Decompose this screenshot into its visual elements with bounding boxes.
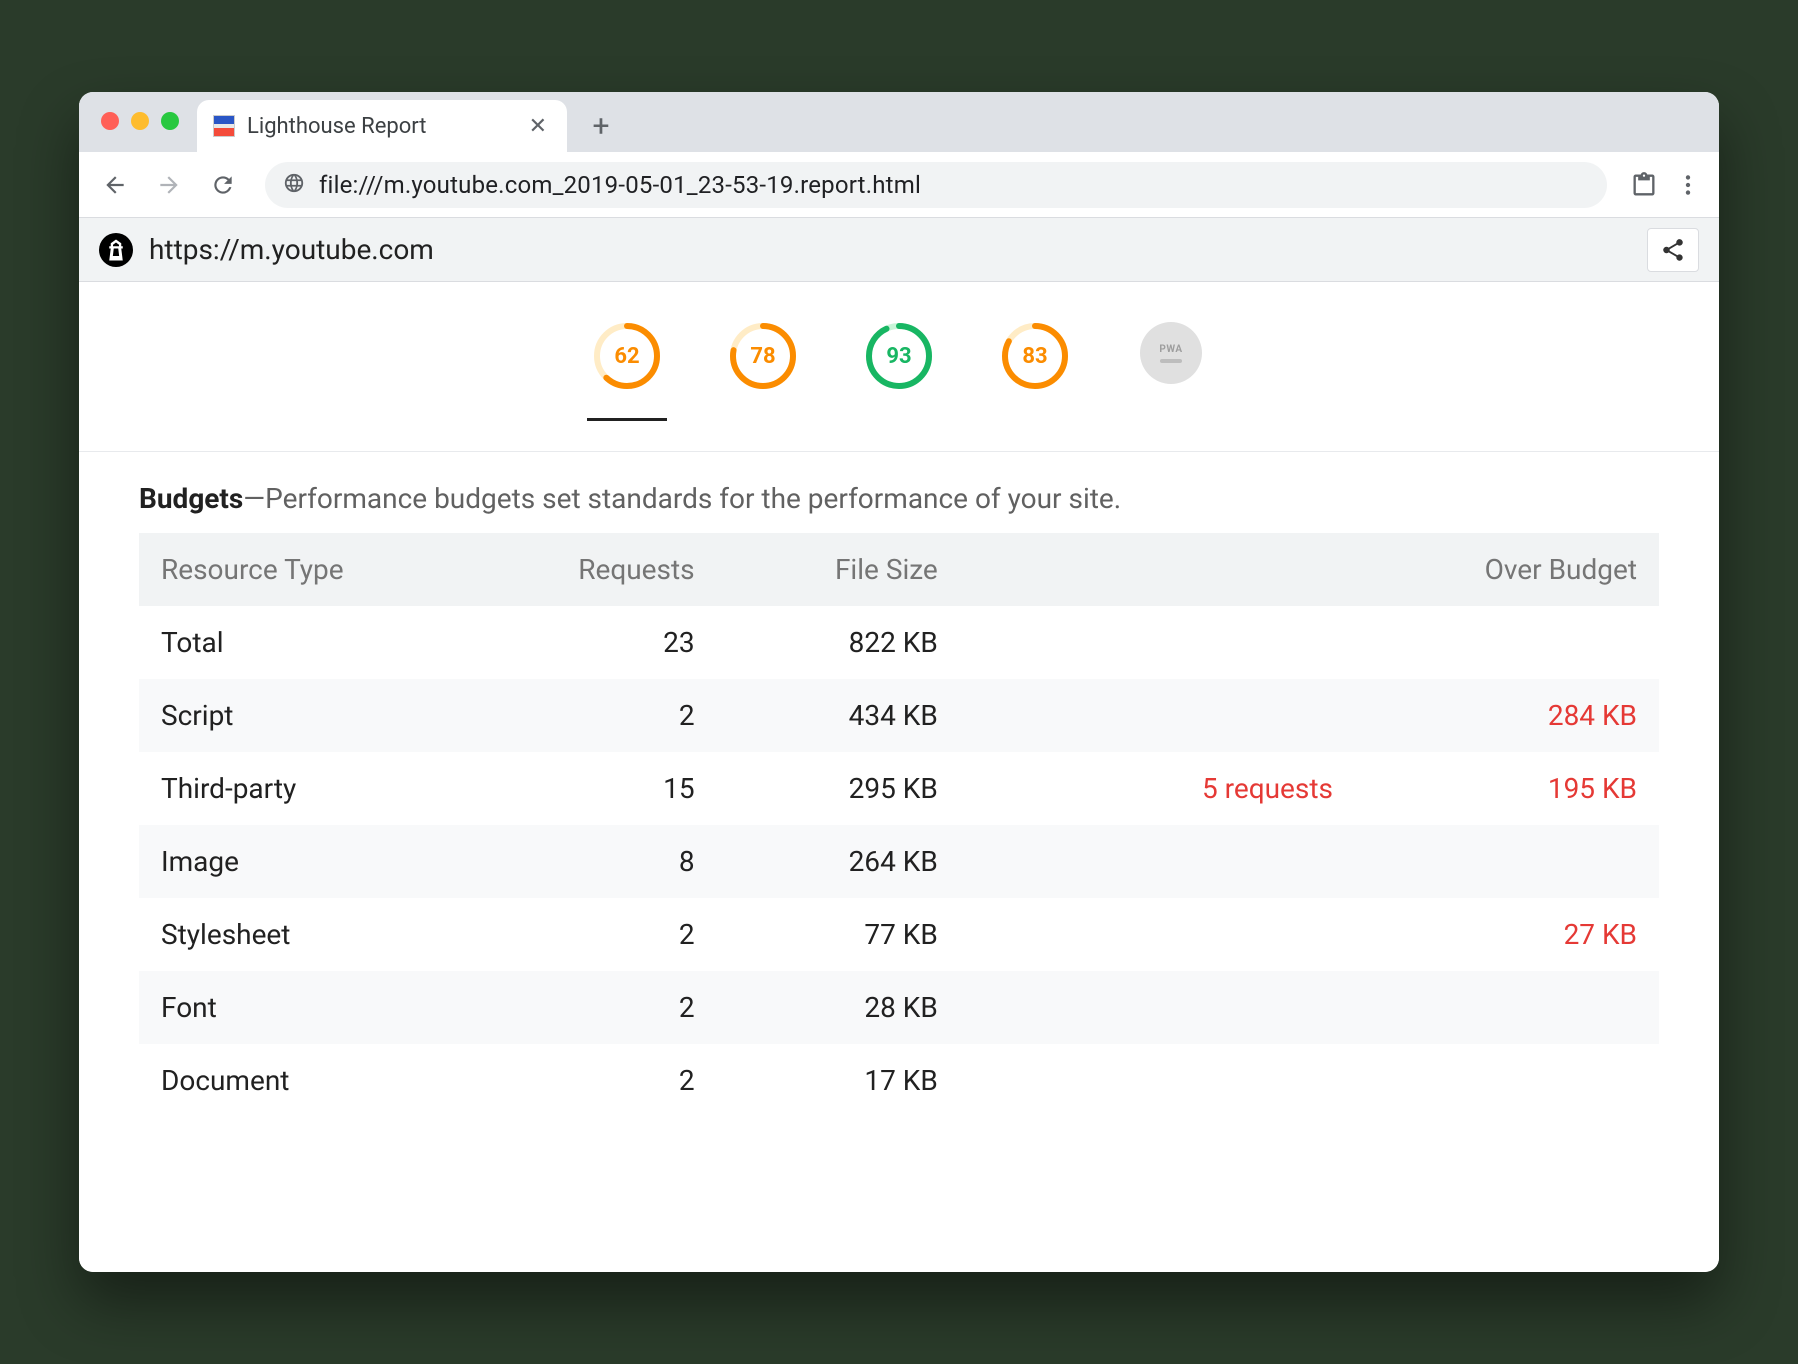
lighthouse-favicon-icon (213, 115, 235, 137)
cell-over-size (1355, 825, 1659, 898)
cell-resource-type: Total (139, 606, 504, 679)
cell-resource-type: Third-party (139, 752, 504, 825)
arrow-left-icon (102, 172, 128, 198)
table-row: Total23822 KB (139, 606, 1659, 679)
cell-requests: 8 (504, 825, 717, 898)
col-resource-type: Resource Type (139, 533, 504, 606)
cell-resource-type: Image (139, 825, 504, 898)
maximize-window-button[interactable] (161, 112, 179, 130)
col-over-budget: Over Budget (1355, 533, 1659, 606)
share-icon (1660, 237, 1686, 263)
cell-over-requests (960, 679, 1355, 752)
table-row: Stylesheet277 KB 27 KB (139, 898, 1659, 971)
table-row: Document217 KB (139, 1044, 1659, 1117)
table-row: Third-party15295 KB5 requests195 KB (139, 752, 1659, 825)
cell-file-size: 434 KB (717, 679, 960, 752)
budgets-section: Budgets—Performance budgets set standard… (79, 452, 1719, 1117)
cell-resource-type: Document (139, 1044, 504, 1117)
lighthouse-logo-icon (99, 233, 133, 267)
cell-file-size: 264 KB (717, 825, 960, 898)
gauge-best-practices[interactable]: 93 (859, 322, 939, 421)
cell-over-size (1355, 971, 1659, 1044)
tab-strip: Lighthouse Report ✕ + (79, 92, 1719, 152)
close-window-button[interactable] (101, 112, 119, 130)
col-requests: Requests (504, 533, 717, 606)
cell-file-size: 28 KB (717, 971, 960, 1044)
browser-window: Lighthouse Report ✕ + file:///m.youtube.… (79, 92, 1719, 1272)
cell-over-requests (960, 825, 1355, 898)
gauge-pwa[interactable]: PWA (1131, 322, 1211, 421)
cell-over-requests (960, 606, 1355, 679)
gauge-accessibility[interactable]: 78 (723, 322, 803, 421)
gauge-score: 93 (865, 322, 933, 390)
table-header-row: Resource Type Requests File Size Over Bu… (139, 533, 1659, 606)
cell-over-size: 195 KB (1355, 752, 1659, 825)
budgets-heading: Budgets—Performance budgets set standard… (139, 482, 1659, 515)
cell-over-requests (960, 1044, 1355, 1117)
browser-toolbar: file:///m.youtube.com_2019-05-01_23-53-1… (79, 152, 1719, 218)
tab-title: Lighthouse Report (247, 114, 513, 139)
gauge-performance[interactable]: 62 (587, 322, 667, 421)
pwa-badge-icon: PWA (1140, 322, 1202, 384)
cell-over-size (1355, 606, 1659, 679)
report-url: https://m.youtube.com (149, 233, 1631, 266)
cell-file-size: 17 KB (717, 1044, 960, 1117)
budgets-table: Resource Type Requests File Size Over Bu… (139, 533, 1659, 1117)
report-content: 62 78 93 83 (79, 282, 1719, 1272)
cell-requests: 2 (504, 971, 717, 1044)
cell-file-size: 295 KB (717, 752, 960, 825)
cell-resource-type: Font (139, 971, 504, 1044)
arrow-right-icon (156, 172, 182, 198)
col-over-budget-requests (960, 533, 1355, 606)
cell-requests: 2 (504, 898, 717, 971)
cell-over-size: 27 KB (1355, 898, 1659, 971)
kebab-menu-icon (1675, 172, 1701, 198)
cell-over-size: 284 KB (1355, 679, 1659, 752)
table-row: Image8264 KB (139, 825, 1659, 898)
cell-over-requests: 5 requests (960, 752, 1355, 825)
new-tab-button[interactable]: + (581, 106, 621, 146)
table-row: Font228 KB (139, 971, 1659, 1044)
cell-over-requests (960, 898, 1355, 971)
cell-file-size: 822 KB (717, 606, 960, 679)
gauge-score: 83 (1001, 322, 1069, 390)
minimize-window-button[interactable] (131, 112, 149, 130)
cell-over-requests (960, 971, 1355, 1044)
close-tab-button[interactable]: ✕ (525, 110, 551, 143)
gauge-seo[interactable]: 83 (995, 322, 1075, 421)
address-bar[interactable]: file:///m.youtube.com_2019-05-01_23-53-1… (265, 162, 1607, 208)
reload-icon (210, 172, 236, 198)
cell-over-size (1355, 1044, 1659, 1117)
report-header: https://m.youtube.com (79, 218, 1719, 282)
cell-resource-type: Stylesheet (139, 898, 504, 971)
gauge-score: 62 (593, 322, 661, 390)
globe-icon (283, 172, 305, 198)
gauge-score: 78 (729, 322, 797, 390)
cell-resource-type: Script (139, 679, 504, 752)
clipboard-icon (1630, 171, 1658, 199)
table-row: Script2434 KB 284 KB (139, 679, 1659, 752)
cell-requests: 15 (504, 752, 717, 825)
forward-button[interactable] (147, 163, 191, 207)
cell-requests: 2 (504, 1044, 717, 1117)
back-button[interactable] (93, 163, 137, 207)
reload-button[interactable] (201, 163, 245, 207)
browser-menu-button[interactable] (1671, 168, 1705, 202)
browser-tab[interactable]: Lighthouse Report ✕ (197, 100, 567, 152)
cell-requests: 2 (504, 679, 717, 752)
col-file-size: File Size (717, 533, 960, 606)
window-controls (101, 112, 179, 130)
share-button[interactable] (1647, 228, 1699, 272)
cell-file-size: 77 KB (717, 898, 960, 971)
clipboard-extension-button[interactable] (1627, 168, 1661, 202)
address-bar-text: file:///m.youtube.com_2019-05-01_23-53-1… (319, 171, 921, 199)
cell-requests: 23 (504, 606, 717, 679)
score-gauges: 62 78 93 83 (79, 282, 1719, 452)
